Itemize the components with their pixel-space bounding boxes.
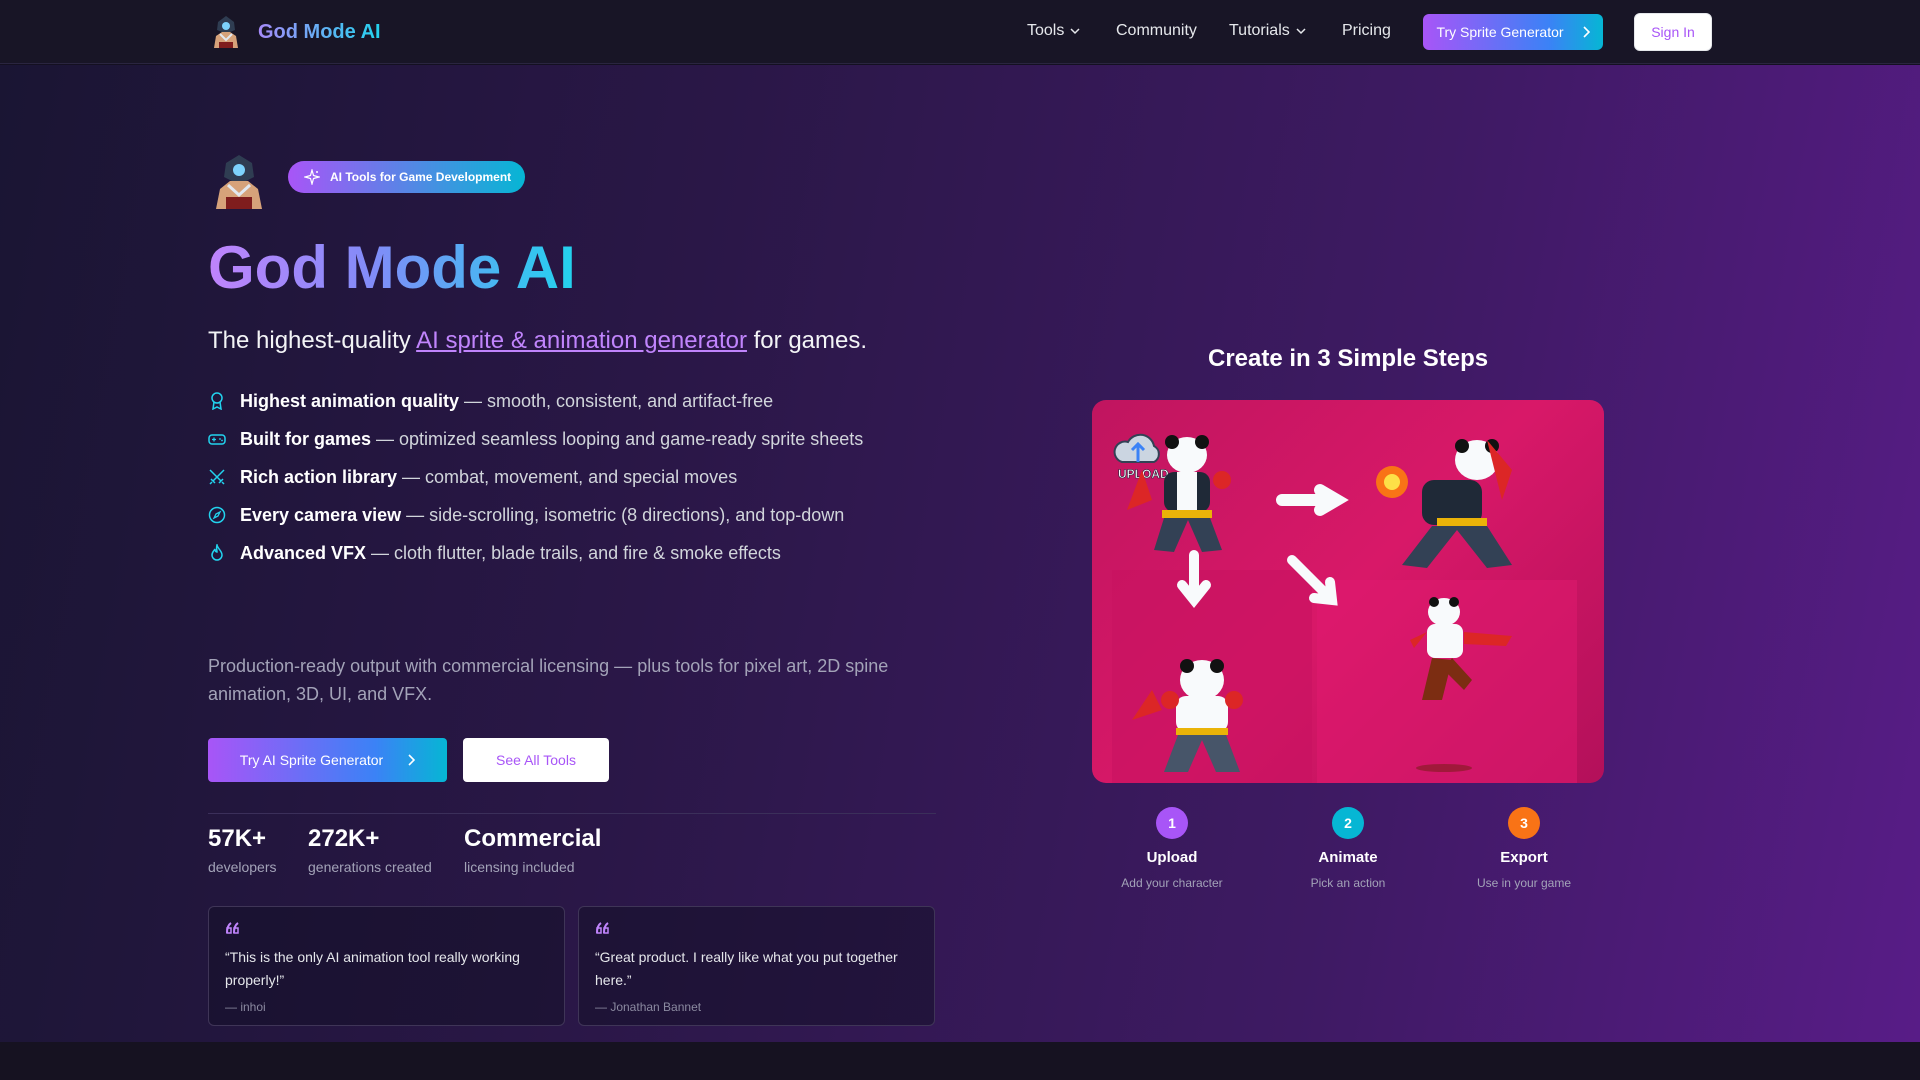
testimonial-author: — Jonathan Bannet — [595, 1000, 702, 1014]
stat-developers: 57K+ developers — [208, 825, 277, 875]
feature-text: — smooth, consistent, and artifact-free — [464, 390, 774, 411]
sign-in-label: Sign In — [1651, 24, 1695, 40]
see-all-tools-button[interactable]: See All Tools — [463, 738, 609, 782]
step-animate: 2 Animate Pick an action — [1268, 807, 1428, 890]
feature-text: — optimized seamless looping and game-re… — [376, 428, 864, 449]
stat-value: Commercial — [464, 825, 602, 852]
hero-section: AI Tools for Game Development God Mode A… — [0, 65, 1920, 1042]
feature-text: — combat, movement, and special moves — [402, 466, 738, 487]
warrior-logo-icon — [214, 16, 238, 48]
testimonial-text: “Great product. I really like what you p… — [595, 949, 898, 988]
chevron-down-icon — [1296, 28, 1306, 35]
step-number-badge: 2 — [1332, 807, 1364, 839]
stats-divider — [208, 813, 936, 814]
page-title: God Mode AI — [208, 234, 576, 301]
badge-label: AI Tools for Game Development — [330, 170, 512, 184]
step-title: Export — [1500, 849, 1548, 866]
feature-text: — side-scrolling, isometric (8 direction… — [406, 504, 845, 525]
sprite-demo-image: UPLOAD — [1092, 400, 1604, 783]
step-subtitle: Pick an action — [1310, 876, 1386, 890]
steps-title: Create in 3 Simple Steps — [1208, 345, 1489, 372]
stat-commercial: Commercial licensing included — [464, 825, 601, 875]
feature-item: Built for games — optimized seamless loo… — [208, 420, 863, 458]
brand-name: God Mode AI — [258, 20, 381, 43]
nav-pricing[interactable]: Pricing — [1342, 22, 1391, 40]
feature-item: Rich action library — combat, movement, … — [208, 458, 863, 496]
stat-value: 272K+ — [308, 825, 380, 852]
nav-community-label: Community — [1116, 22, 1197, 39]
testimonial-text: “This is the only AI animation tool real… — [225, 949, 520, 988]
subtitle-pre: The highest-quality — [208, 327, 417, 354]
stat-label: generations created — [308, 859, 432, 875]
brand-logo[interactable]: God Mode AI — [208, 14, 381, 50]
quote-icon — [596, 922, 609, 934]
step-number-badge: 3 — [1508, 807, 1540, 839]
nav-community[interactable]: Community — [1116, 22, 1197, 40]
testimonial-author: — inhoi — [225, 1000, 266, 1014]
footer-strip — [0, 1042, 1920, 1080]
warrior-avatar-icon — [216, 155, 262, 209]
gamepad-icon — [208, 434, 226, 445]
stat-label: licensing included — [464, 859, 575, 875]
chevron-right-icon — [408, 754, 416, 766]
hero-description: Production-ready output with commercial … — [208, 656, 889, 704]
feature-item: Highest animation quality — smooth, cons… — [208, 382, 863, 420]
hero-subtitle: The highest-quality AI sprite & animatio… — [208, 327, 867, 355]
testimonial-card: “Great product. I really like what you p… — [578, 906, 935, 1026]
step-subtitle: Use in your game — [1476, 876, 1572, 890]
feature-title: Advanced VFX — [240, 542, 367, 563]
feature-list: Highest animation quality — smooth, cons… — [208, 382, 863, 572]
nav-tutorials-label: Tutorials — [1229, 22, 1290, 39]
chevron-right-icon — [1582, 26, 1590, 38]
swords-icon — [209, 469, 225, 485]
step-title: Animate — [1318, 849, 1378, 866]
ai-tools-badge: AI Tools for Game Development — [288, 161, 525, 193]
step-number-badge: 1 — [1156, 807, 1188, 839]
nav-tools[interactable]: Tools — [1027, 22, 1080, 40]
stat-label: developers — [208, 859, 277, 875]
subtitle-post: for games. — [746, 327, 868, 354]
stat-generations: 272K+ generations created — [308, 825, 432, 875]
try-sprite-generator-button[interactable]: Try Sprite Generator — [1423, 14, 1603, 50]
chevron-down-icon — [1070, 28, 1080, 35]
primary-button-label: Try AI Sprite Generator — [239, 752, 384, 768]
upload-cloud-icon — [1113, 433, 1160, 463]
sprite-generator-link[interactable]: AI sprite & animation generator — [416, 327, 747, 354]
nav-tutorials[interactable]: Tutorials — [1229, 22, 1306, 40]
flame-icon — [211, 544, 223, 561]
nav-tools-label: Tools — [1027, 22, 1065, 39]
panda-sprites-illustration: UPLOAD — [1112, 433, 1577, 783]
feature-title: Rich action library — [240, 466, 398, 487]
sparkles-icon — [304, 169, 320, 185]
step-upload: 1 Upload Add your character — [1092, 807, 1252, 890]
feature-item: Advanced VFX — cloth flutter, blade trai… — [208, 534, 863, 572]
step-export: 3 Export Use in your game — [1444, 807, 1604, 890]
step-title: Upload — [1146, 849, 1198, 866]
try-ai-sprite-generator-button[interactable]: Try AI Sprite Generator — [208, 738, 447, 782]
secondary-button-label: See All Tools — [496, 752, 576, 768]
stat-value: 57K+ — [208, 825, 267, 852]
nav-pricing-label: Pricing — [1342, 22, 1391, 39]
feature-title: Highest animation quality — [240, 390, 460, 411]
feature-text: — cloth flutter, blade trails, and fire … — [371, 542, 781, 563]
sign-in-button[interactable]: Sign In — [1634, 13, 1712, 51]
feature-title: Built for games — [240, 428, 372, 449]
step-subtitle: Add your character — [1121, 876, 1223, 890]
top-navbar: God Mode AI Tools Community Tutorials Pr… — [0, 0, 1920, 64]
panda-sprite — [1376, 439, 1512, 568]
quote-icon — [226, 922, 239, 934]
try-sprite-generator-label: Try Sprite Generator — [1436, 24, 1564, 40]
feature-title: Every camera view — [240, 504, 402, 525]
testimonial-card: “This is the only AI animation tool real… — [208, 906, 565, 1026]
feature-item: Every camera view — side-scrolling, isom… — [208, 496, 863, 534]
award-icon — [211, 392, 223, 410]
compass-icon — [208, 506, 226, 524]
